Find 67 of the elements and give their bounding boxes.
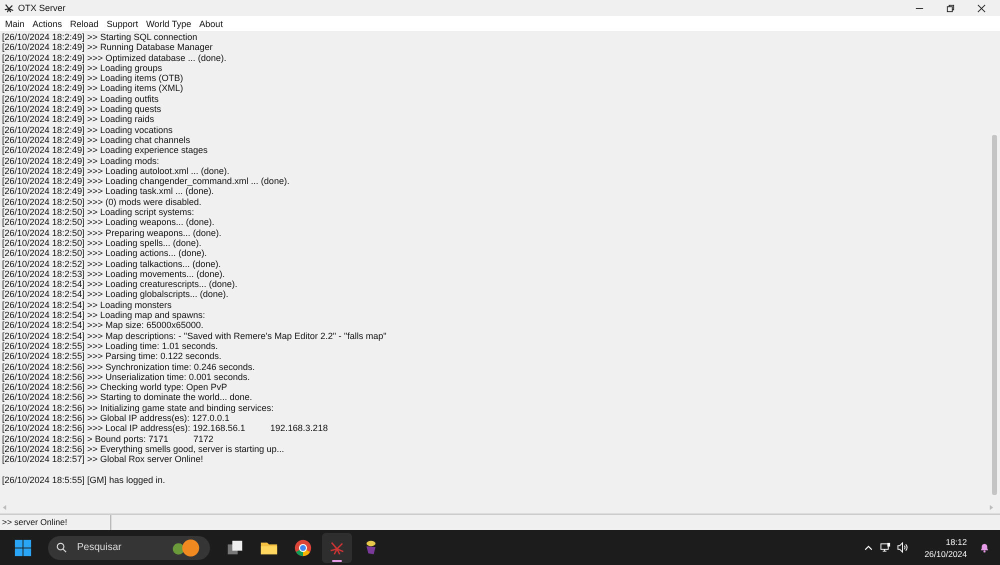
log-line: [26/10/2024 18:2:53] >>> Loading movements... (done). [2, 268, 226, 280]
spider-button[interactable] [322, 532, 352, 562]
log-line: [26/10/2024 18:2:49] >> Running Database Manager [2, 42, 214, 53]
search-field[interactable]: Pesquisar [75, 541, 170, 554]
scroll-thumb[interactable] [992, 135, 997, 495]
log-line: [26/10/2024 18:2:49] >>> Loading autoloot.xml ... (done). [2, 166, 230, 176]
log-line: [26/10/2024 18:2:56] >> Everything smells good, server is starting up... [2, 444, 286, 454]
log-line: [26/10/2024 18:2:56] >>> Local IP address(es): 192.168.56.1 192.168.3.218 [2, 423, 329, 434]
menu-item[interactable]: World Type [146, 18, 192, 28]
log-line: [26/10/2024 18:2:50] >> Loading script systems: [2, 207, 196, 218]
log-line: [26/10/2024 18:2:54] >> Loading monsters [2, 300, 173, 310]
log-line: [26/10/2024 18:2:49] >> Loading groups [2, 62, 164, 74]
network-icon[interactable] [880, 542, 892, 553]
log-line: [26/10/2024 18:2:49] >>> Optimized database ... (done). [2, 52, 228, 63]
log-line: [26/10/2024 18:2:49] >> Loading items (OTB) [2, 73, 184, 84]
log-line: [26/10/2024 18:2:52] >>> Loading talkactions... (done). [2, 258, 222, 269]
log-line: [26/10/2024 18:2:56] >> Global IP address(es): 127.0.0.1 [2, 412, 230, 424]
log-line: [26/10/2024 18:2:54] >>> Map size: 65000x65000. [2, 320, 204, 331]
restore-icon[interactable] [946, 4, 955, 12]
log-line: [26/10/2024 18:2:50] >>> (0) mods were disabled. [2, 196, 202, 208]
log-line: [26/10/2024 18:2:56] >>> Unserialization time: 0.001 seconds. [2, 372, 251, 382]
clock-date[interactable]: 26/10/2024 [924, 548, 967, 560]
log-line: [26/10/2024 18:2:49] >> Loading items (XML) [2, 83, 184, 94]
spider-icon [4, 3, 14, 13]
menu-item[interactable]: Main [5, 18, 25, 28]
window-title: OTX Server [18, 3, 66, 13]
log-line: [26/10/2024 18:2:49] >> Loading experience stages [2, 145, 209, 156]
bell-icon[interactable] [979, 542, 990, 553]
fruit-icon [170, 538, 202, 558]
log-line: [26/10/2024 18:5:55] [GM] has logged in. [2, 474, 166, 486]
menu-item[interactable]: Support [106, 18, 138, 28]
log-line: [26/10/2024 18:2:54] >>> Map descriptions: - "Saved with Remere's Map Editor 2.2" - "falls map" [2, 330, 388, 341]
log-line: [26/10/2024 18:2:50] >>> Loading weapons... (done). [2, 217, 216, 228]
menu-item[interactable]: Reload [70, 18, 99, 28]
log-line: [26/10/2024 18:2:50] >>> Loading spells... (done). [2, 238, 202, 248]
log-line: [26/10/2024 18:2:50] >>> Preparing weapons... (done). [2, 228, 222, 238]
log-line: [26/10/2024 18:2:56] >>> Synchronization time: 0.246 seconds. [2, 362, 256, 372]
browser-icon [294, 538, 312, 556]
menu-item[interactable]: Actions [32, 18, 62, 28]
close-icon[interactable] [977, 4, 986, 12]
clock-time[interactable]: 18:12 [946, 536, 967, 548]
task-view-icon [226, 538, 244, 556]
log-line: [26/10/2024 18:2:56] > Bound ports: 7171 7172 [2, 434, 214, 444]
log-line: [26/10/2024 18:2:54] >> Loading map and spawns: [2, 310, 206, 320]
log-line: [26/10/2024 18:2:49] >> Loading mods: [2, 156, 160, 166]
log-line: [26/10/2024 18:2:55] >>> Loading time: 1.01 seconds. [2, 340, 219, 352]
log-line: [26/10/2024 18:2:49] >>> Loading task.xml ... (done). [2, 186, 215, 197]
log-line: [26/10/2024 18:2:49] >> Loading outfits [2, 94, 160, 104]
log-line: [26/10/2024 18:2:55] >>> Parsing time: 0.122 seconds. [2, 351, 222, 362]
log-line: [26/10/2024 18:2:54] >>> Loading creaturescripts... (done). [2, 279, 238, 290]
log-line: [26/10/2024 18:2:56] >> Starting to dominate the world... done. [2, 392, 254, 403]
log-line: [26/10/2024 18:2:49] >> Loading raids [2, 114, 156, 125]
start-icon [14, 538, 32, 556]
log-line: [26/10/2024 18:2:56] >> Checking world type: Open PvP [2, 382, 228, 392]
log-line: [26/10/2024 18:2:54] >>> Loading globalscripts... (done). [2, 289, 230, 300]
log-line: [26/10/2024 18:2:49] >> Loading chat channels [2, 134, 192, 146]
log-line: [26/10/2024 18:2:57] >> Global Rox server Online! [2, 454, 204, 464]
log-line: [26/10/2024 18:2:50] >>> Loading actions... (done). [2, 248, 208, 259]
search-icon [56, 542, 67, 553]
log-line: [26/10/2024 18:2:49] >> Loading vocations [2, 124, 174, 135]
log-line: [26/10/2024 18:2:49] >>> Loading changender_command.xml ... (done). [2, 176, 290, 186]
menu-item[interactable]: About [199, 18, 223, 28]
search-bar[interactable]: Pesquisar [48, 536, 210, 560]
volume-icon[interactable] [897, 542, 908, 553]
log-line: [26/10/2024 18:2:49] >> Starting SQL connection [2, 32, 198, 42]
log-line: [26/10/2024 18:2:49] >> Loading quests [2, 104, 162, 114]
log-line: [26/10/2024 18:2:56] >> Initializing game state and binding services: [2, 402, 275, 413]
